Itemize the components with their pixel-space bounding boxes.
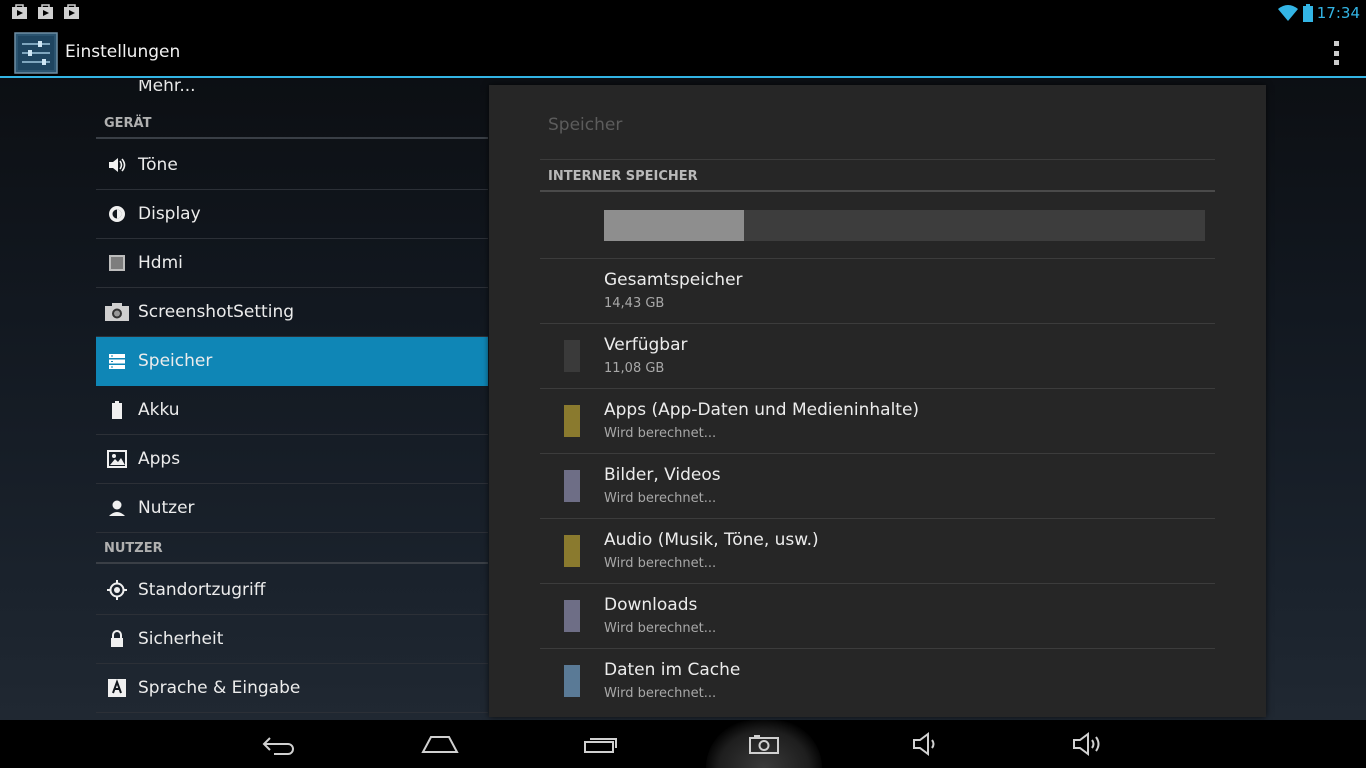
divider — [540, 159, 1215, 160]
divider — [540, 190, 1215, 192]
user-icon — [104, 495, 130, 521]
clock: 17:34 — [1316, 4, 1360, 22]
sidebar-item-speicher[interactable]: Speicher — [96, 337, 488, 386]
back-button[interactable] — [238, 720, 318, 768]
row-subtitle: Wird berechnet... — [604, 556, 717, 571]
sidebar-item-toene[interactable]: Töne — [96, 141, 488, 190]
sidebar-item-standortzugriff[interactable]: Standortzugriff — [96, 566, 488, 615]
sidebar-item-sprache-eingabe[interactable]: Sprache & Eingabe — [96, 664, 488, 713]
screenshot-button[interactable] — [724, 720, 804, 768]
battery-icon — [1302, 4, 1313, 22]
back-icon — [262, 737, 294, 755]
color-swatch — [564, 470, 580, 502]
app-title: Einstellungen — [65, 42, 181, 62]
sidebar-item-label: Display — [138, 204, 201, 224]
storage-row-pictures-videos[interactable]: Bilder, Videos Wird berechnet... — [540, 454, 1215, 518]
row-title: Gesamtspeicher — [604, 270, 743, 290]
row-title: Apps (App-Daten und Medieninhalte) — [604, 400, 920, 420]
sidebar-item-label: Sicherheit — [138, 629, 224, 649]
sidebar-item-label: Hdmi — [138, 253, 183, 273]
volume-up-icon — [1073, 732, 1100, 756]
color-swatch — [564, 600, 580, 632]
sidebar-item-label: Sprache & Eingabe — [138, 678, 301, 698]
detail-title: Speicher — [548, 115, 623, 135]
sidebar-item-screenshot-setting[interactable]: ScreenshotSetting — [96, 288, 488, 337]
row-subtitle: 11,08 GB — [604, 361, 665, 376]
overflow-menu-icon[interactable] — [1332, 41, 1340, 65]
wifi-icon — [1277, 5, 1298, 21]
sidebar-item-label: ScreenshotSetting — [138, 302, 295, 322]
row-title: Verfügbar — [604, 335, 688, 355]
color-swatch — [564, 340, 580, 372]
sidebar-item-nutzer[interactable]: Nutzer — [96, 484, 488, 533]
sidebar-item-label: Apps — [138, 449, 181, 469]
row-subtitle: Wird berechnet... — [604, 426, 717, 441]
sidebar-item-sicherheit[interactable]: Sicherheit — [96, 615, 488, 664]
play-store-icon — [12, 4, 27, 19]
storage-row-available[interactable]: Verfügbar 11,08 GB — [540, 324, 1215, 388]
section-header-internal-storage: INTERNER SPEICHER — [548, 169, 698, 184]
color-swatch — [564, 405, 580, 437]
color-swatch — [564, 665, 580, 697]
location-icon — [104, 577, 130, 603]
storage-detail-pane: Speicher INTERNER SPEICHER Gesamtspeiche… — [489, 85, 1266, 717]
screenshot-icon — [749, 735, 779, 754]
sidebar-item-hdmi[interactable]: Hdmi — [96, 239, 488, 288]
storage-row-audio[interactable]: Audio (Musik, Töne, usw.) Wird berechnet… — [540, 519, 1215, 583]
storage-row-cache[interactable]: Daten im Cache Wird berechnet... — [540, 649, 1215, 713]
volume-down-button[interactable] — [886, 720, 966, 768]
storage-usage-fill — [604, 210, 745, 241]
action-bar: Einstellungen — [0, 26, 1366, 78]
row-title: Audio (Musik, Töne, usw.) — [604, 530, 819, 550]
sidebar-item-label: Töne — [138, 155, 178, 175]
sidebar-item-label: Standortzugriff — [138, 580, 266, 600]
sidebar-item-label: Speicher — [138, 351, 213, 371]
row-subtitle: Wird berechnet... — [604, 621, 717, 636]
row-subtitle: Wird berechnet... — [604, 686, 717, 701]
volume-down-icon — [913, 732, 935, 756]
row-subtitle: 14,43 GB — [604, 296, 665, 311]
play-store-icon — [38, 4, 53, 19]
sidebar-item-label: Nutzer — [138, 498, 195, 518]
row-title: Downloads — [604, 595, 698, 615]
sidebar-item-apps[interactable]: Apps — [96, 435, 488, 484]
volume-icon — [104, 152, 130, 178]
sidebar-item-display[interactable]: Display — [96, 190, 488, 239]
row-title: Bilder, Videos — [604, 465, 721, 485]
brightness-icon — [104, 201, 130, 227]
storage-icon — [104, 348, 130, 374]
settings-list: Mehr... GERÄT Töne Display Hdmi Screensh… — [96, 80, 488, 720]
storage-row-apps[interactable]: Apps (App-Daten und Medieninhalte) Wird … — [540, 389, 1215, 453]
storage-row-total[interactable]: Gesamtspeicher 14,43 GB — [540, 259, 1215, 323]
battery-icon — [104, 397, 130, 423]
volume-up-button[interactable] — [1048, 720, 1128, 768]
more-item[interactable]: Mehr... — [138, 80, 196, 96]
row-title: Daten im Cache — [604, 660, 741, 680]
play-store-icon — [64, 4, 79, 19]
storage-usage-bar — [604, 210, 1205, 241]
language-icon — [104, 675, 130, 701]
category-header-device: GERÄT — [96, 109, 488, 139]
status-bar: 17:34 — [0, 0, 1366, 26]
color-swatch — [564, 535, 580, 567]
camera-icon — [104, 299, 130, 325]
recent-apps-button[interactable] — [562, 720, 642, 768]
sidebar-item-akku[interactable]: Akku — [96, 386, 488, 435]
home-icon — [421, 736, 459, 753]
navigation-bar — [0, 720, 1366, 768]
storage-row-downloads[interactable]: Downloads Wird berechnet... — [540, 584, 1215, 648]
settings-app-icon[interactable] — [14, 32, 58, 74]
hdmi-icon — [104, 250, 130, 276]
row-subtitle: Wird berechnet... — [604, 491, 717, 506]
category-header-user: NUTZER — [96, 534, 488, 564]
home-button[interactable] — [400, 720, 480, 768]
lock-icon — [104, 626, 130, 652]
sidebar-item-label: Akku — [138, 400, 180, 420]
apps-icon — [104, 446, 130, 472]
recent-apps-icon — [584, 738, 617, 753]
